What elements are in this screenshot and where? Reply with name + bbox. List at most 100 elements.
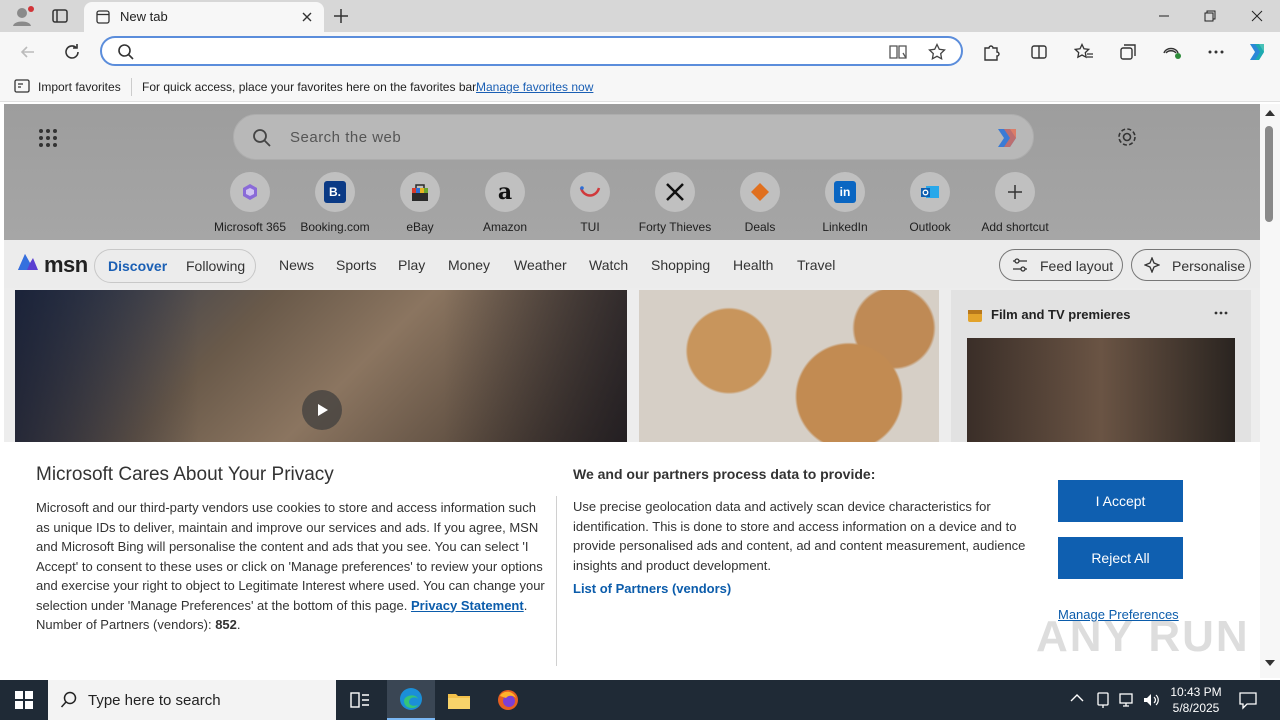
data-purposes-body: Use precise geolocation data and activel… <box>573 499 1026 573</box>
news-card-cookies[interactable] <box>639 290 939 442</box>
shortcut-amazon[interactable]: a Amazon <box>462 172 548 234</box>
add-shortcut-button[interactable]: Add shortcut <box>972 172 1058 234</box>
toolbar <box>0 32 1280 72</box>
search-icon <box>117 43 135 61</box>
shortcut-label: Amazon <box>482 220 528 234</box>
performance-icon[interactable] <box>1160 40 1184 64</box>
shortcut-microsoft365[interactable]: Microsoft 365 <box>207 172 293 234</box>
microsoft365-icon <box>230 172 270 212</box>
show-hidden-icons-icon[interactable] <box>1070 693 1084 703</box>
minimize-button[interactable] <box>1141 0 1187 32</box>
profile-icon[interactable] <box>8 4 36 28</box>
list-of-partners-link[interactable]: List of Partners (vendors) <box>573 581 731 596</box>
collections-icon[interactable] <box>1116 40 1140 64</box>
shortcut-linkedin[interactable]: in LinkedIn <box>802 172 888 234</box>
nav-money[interactable]: Money <box>448 257 490 273</box>
copilot-icon[interactable] <box>992 123 1022 153</box>
extensions-icon[interactable] <box>979 40 1003 64</box>
film-tv-image <box>967 338 1235 442</box>
amazon-icon: a <box>485 172 525 212</box>
refresh-button[interactable] <box>60 40 84 64</box>
reject-all-button[interactable]: Reject All <box>1058 537 1183 579</box>
favorites-icon[interactable] <box>1072 40 1096 64</box>
shortcut-outlook[interactable]: Outlook <box>887 172 973 234</box>
copilot-icon[interactable] <box>1245 40 1269 64</box>
deals-icon <box>740 172 780 212</box>
privacy-statement-link[interactable]: Privacy Statement <box>411 598 524 613</box>
nav-health[interactable]: Health <box>733 257 773 273</box>
nav-watch[interactable]: Watch <box>589 257 628 273</box>
volume-icon[interactable] <box>1142 691 1160 709</box>
card-more-icon[interactable] <box>1213 310 1229 316</box>
file-explorer-icon[interactable] <box>435 680 483 720</box>
data-purposes-title: We and our partners process data to prov… <box>573 466 876 482</box>
close-window-button[interactable] <box>1234 0 1280 32</box>
device-icon[interactable] <box>1095 691 1111 709</box>
newtab-page-icon <box>96 10 110 24</box>
hero-area: Search the web Microsoft 365 B. Booking.… <box>4 104 1260 240</box>
more-options-icon[interactable] <box>1204 40 1228 64</box>
scroll-thumb[interactable] <box>1265 126 1273 222</box>
tab-new-tab[interactable]: New tab <box>84 2 324 32</box>
apps-launcher-icon[interactable] <box>38 128 58 148</box>
vertical-scrollbar[interactable] <box>1260 104 1280 678</box>
feed-layout-label: Feed layout <box>1040 258 1114 274</box>
nav-shopping[interactable]: Shopping <box>651 257 710 273</box>
immersive-reader-icon[interactable] <box>888 43 908 61</box>
back-button[interactable] <box>16 40 40 64</box>
split-screen-icon[interactable] <box>1027 40 1051 64</box>
search-icon <box>252 128 272 148</box>
taskbar-search[interactable]: Type here to search <box>48 680 336 720</box>
nav-weather[interactable]: Weather <box>514 257 567 273</box>
outlook-icon <box>910 172 950 212</box>
shortcut-ebay[interactable]: eBay <box>377 172 463 234</box>
network-icon[interactable] <box>1118 691 1136 709</box>
shortcut-booking[interactable]: B. Booking.com <box>292 172 378 234</box>
msn-logo-text: msn <box>44 252 88 277</box>
personalise-button[interactable]: Personalise <box>1131 249 1251 281</box>
notifications-icon[interactable] <box>1238 690 1258 710</box>
taskbar: Type here to search 10:43 PM 5/8/2025 <box>0 680 1280 720</box>
firefox-icon[interactable] <box>484 680 532 720</box>
manage-favorites-link[interactable]: Manage favorites now <box>476 80 593 94</box>
restore-button[interactable] <box>1187 0 1233 32</box>
film-tv-card[interactable]: Film and TV premieres <box>951 290 1251 442</box>
web-search-input[interactable]: Search the web <box>290 129 401 146</box>
shortcut-forty-thieves[interactable]: Forty Thieves <box>632 172 718 234</box>
feed-layout-button[interactable]: Feed layout <box>999 249 1123 281</box>
close-tab-icon[interactable] <box>300 10 314 24</box>
web-search-box[interactable]: Search the web <box>233 114 1034 160</box>
nav-travel[interactable]: Travel <box>797 257 835 273</box>
nav-sports[interactable]: Sports <box>336 257 376 273</box>
tab-discover[interactable]: Discover <box>108 258 167 274</box>
scroll-down-icon[interactable] <box>1265 660 1275 666</box>
search-icon <box>60 691 78 709</box>
favorite-star-icon[interactable] <box>928 43 946 61</box>
address-bar[interactable] <box>100 36 963 66</box>
accept-button[interactable]: I Accept <box>1058 480 1183 522</box>
taskbar-clock[interactable]: 10:43 PM 5/8/2025 <box>1168 684 1224 716</box>
shortcut-label: Forty Thieves <box>638 220 712 234</box>
news-card-video[interactable] <box>15 290 627 442</box>
start-button[interactable] <box>0 680 48 720</box>
shortcut-label: Outlook <box>909 220 951 234</box>
import-favorites-icon <box>14 79 30 93</box>
taskbar-search-input[interactable]: Type here to search <box>88 692 221 709</box>
nav-play[interactable]: Play <box>398 257 425 273</box>
settings-gear-icon[interactable] <box>1116 126 1138 148</box>
edge-taskbar-icon[interactable] <box>387 680 435 720</box>
import-favorites-button[interactable]: Import favorites <box>38 80 121 94</box>
task-view-icon[interactable] <box>336 680 384 720</box>
shortcut-tui[interactable]: TUI <box>547 172 633 234</box>
new-tab-button[interactable] <box>332 7 350 25</box>
scroll-up-icon[interactable] <box>1265 110 1275 116</box>
tab-actions-icon[interactable] <box>50 6 70 26</box>
divider <box>131 78 132 96</box>
nav-news[interactable]: News <box>279 257 314 273</box>
personalise-label: Personalise <box>1172 258 1246 274</box>
play-icon[interactable] <box>302 390 342 430</box>
partners-label: Number of Partners (vendors): <box>36 617 212 632</box>
shortcut-deals[interactable]: Deals <box>717 172 803 234</box>
tab-following[interactable]: Following <box>186 258 245 274</box>
msn-logo-icon[interactable] <box>16 250 40 274</box>
